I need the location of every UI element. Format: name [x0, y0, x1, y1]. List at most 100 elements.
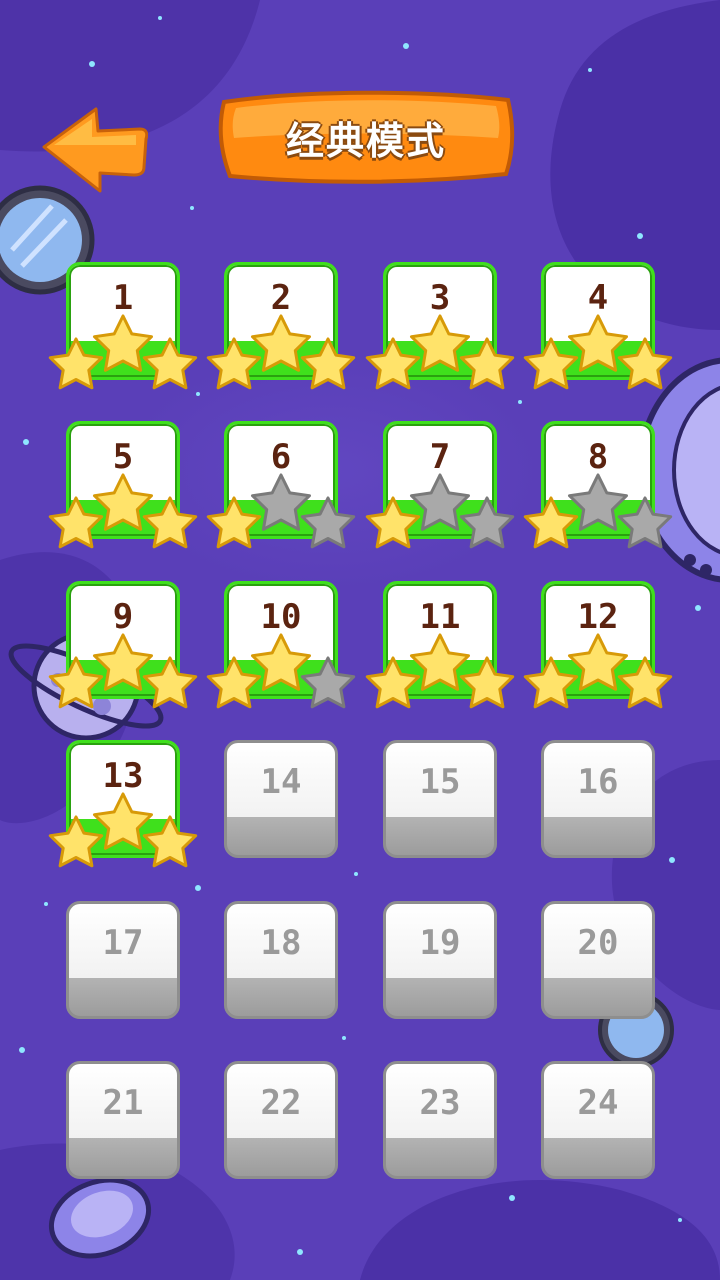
- level-tile-23[interactable]: 23: [383, 1061, 497, 1179]
- level-number: 9: [112, 597, 134, 637]
- star-earned-icon: [365, 337, 421, 390]
- star-earned-icon: [568, 633, 628, 691]
- level-tile-24[interactable]: 24: [541, 1061, 655, 1179]
- star-earned-icon: [365, 656, 421, 709]
- star-earned-icon: [459, 656, 515, 709]
- star-rating: [365, 314, 515, 390]
- star-rating: [48, 633, 198, 709]
- star-rating: [523, 314, 673, 390]
- star-empty-icon: [617, 496, 673, 549]
- star-earned-icon: [568, 314, 628, 372]
- level-tile-8[interactable]: 8: [523, 421, 673, 549]
- level-grid: 1 2 3 4 5 6 7 8 9 10 11 12 13 14 15 16 17 18 19 20 21 22 23 24: [0, 0, 720, 1280]
- level-number: 24: [577, 1083, 619, 1123]
- star-earned-icon: [93, 633, 153, 691]
- star-earned-icon: [251, 633, 311, 691]
- level-number: 3: [429, 278, 451, 318]
- star-rating: [48, 473, 198, 549]
- star-earned-icon: [523, 656, 579, 709]
- level-number: 2: [270, 278, 292, 318]
- level-tile-2[interactable]: 2: [206, 262, 356, 390]
- level-tile-9[interactable]: 9: [48, 581, 198, 709]
- star-earned-icon: [251, 314, 311, 372]
- level-tile-5[interactable]: 5: [48, 421, 198, 549]
- level-number: 12: [577, 597, 619, 637]
- star-rating: [206, 473, 356, 549]
- star-earned-icon: [410, 314, 470, 372]
- star-earned-icon: [142, 815, 198, 868]
- star-earned-icon: [523, 496, 579, 549]
- star-empty-icon: [459, 496, 515, 549]
- star-earned-icon: [142, 337, 198, 390]
- star-earned-icon: [206, 496, 262, 549]
- star-earned-icon: [93, 473, 153, 531]
- star-earned-icon: [93, 792, 153, 850]
- star-rating: [365, 633, 515, 709]
- star-earned-icon: [142, 656, 198, 709]
- star-rating: [206, 633, 356, 709]
- star-earned-icon: [48, 496, 104, 549]
- level-tile-4[interactable]: 4: [523, 262, 673, 390]
- level-tile-3[interactable]: 3: [365, 262, 515, 390]
- star-earned-icon: [48, 337, 104, 390]
- level-tile-15[interactable]: 15: [383, 740, 497, 858]
- level-number: 21: [102, 1083, 144, 1123]
- star-rating: [523, 473, 673, 549]
- level-tile-10[interactable]: 10: [206, 581, 356, 709]
- star-earned-icon: [410, 633, 470, 691]
- star-earned-icon: [617, 656, 673, 709]
- star-rating: [365, 473, 515, 549]
- level-tile-12[interactable]: 12: [523, 581, 673, 709]
- level-tile-14[interactable]: 14: [224, 740, 338, 858]
- star-earned-icon: [523, 337, 579, 390]
- level-tile-1[interactable]: 1: [48, 262, 198, 390]
- level-number: 17: [102, 923, 144, 963]
- level-tile-20[interactable]: 20: [541, 901, 655, 1019]
- level-number: 7: [429, 437, 451, 477]
- star-empty-icon: [410, 473, 470, 531]
- level-number: 10: [260, 597, 302, 637]
- level-number: 16: [577, 762, 619, 802]
- level-number: 11: [419, 597, 461, 637]
- star-empty-icon: [568, 473, 628, 531]
- level-number: 15: [419, 762, 461, 802]
- level-number: 8: [587, 437, 609, 477]
- star-earned-icon: [206, 337, 262, 390]
- level-tile-19[interactable]: 19: [383, 901, 497, 1019]
- level-tile-7[interactable]: 7: [365, 421, 515, 549]
- level-tile-17[interactable]: 17: [66, 901, 180, 1019]
- level-number: 13: [102, 756, 144, 796]
- star-earned-icon: [48, 656, 104, 709]
- star-earned-icon: [48, 815, 104, 868]
- star-rating: [48, 792, 198, 868]
- level-tile-6[interactable]: 6: [206, 421, 356, 549]
- star-earned-icon: [206, 656, 262, 709]
- level-number: 4: [587, 278, 609, 318]
- star-earned-icon: [93, 314, 153, 372]
- star-rating: [523, 633, 673, 709]
- level-number: 5: [112, 437, 134, 477]
- star-empty-icon: [251, 473, 311, 531]
- level-tile-18[interactable]: 18: [224, 901, 338, 1019]
- star-earned-icon: [365, 496, 421, 549]
- level-number: 18: [260, 923, 302, 963]
- star-earned-icon: [459, 337, 515, 390]
- level-tile-22[interactable]: 22: [224, 1061, 338, 1179]
- level-tile-21[interactable]: 21: [66, 1061, 180, 1179]
- star-earned-icon: [300, 337, 356, 390]
- level-number: 23: [419, 1083, 461, 1123]
- level-number: 19: [419, 923, 461, 963]
- star-earned-icon: [617, 337, 673, 390]
- star-rating: [206, 314, 356, 390]
- level-tile-11[interactable]: 11: [365, 581, 515, 709]
- level-tile-13[interactable]: 13: [48, 740, 198, 868]
- level-number: 1: [112, 278, 134, 318]
- level-number: 22: [260, 1083, 302, 1123]
- level-number: 6: [270, 437, 292, 477]
- star-earned-icon: [142, 496, 198, 549]
- level-tile-16[interactable]: 16: [541, 740, 655, 858]
- star-empty-icon: [300, 656, 356, 709]
- level-number: 20: [577, 923, 619, 963]
- star-empty-icon: [300, 496, 356, 549]
- star-rating: [48, 314, 198, 390]
